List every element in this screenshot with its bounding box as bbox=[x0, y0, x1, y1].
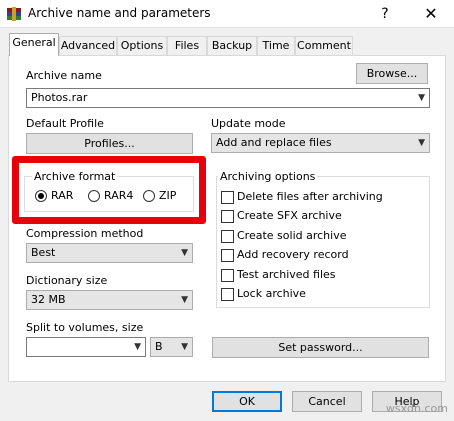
archiving-options-legend: Archiving options bbox=[218, 170, 318, 183]
split-volumes-unit-select[interactable]: B ▼ bbox=[150, 337, 193, 357]
default-profile-label: Default Profile bbox=[26, 117, 104, 130]
ok-button[interactable]: OK bbox=[212, 391, 282, 412]
close-icon[interactable]: ✕ bbox=[416, 3, 446, 25]
checkbox-recovery-record[interactable] bbox=[221, 249, 234, 262]
dictionary-size-select[interactable]: 32 MB ▼ bbox=[26, 290, 193, 310]
archive-name-combo[interactable]: Photos.rar ▼ bbox=[26, 88, 430, 108]
dictionary-size-value: 32 MB bbox=[31, 293, 66, 306]
update-mode-value: Add and replace files bbox=[216, 136, 332, 149]
tab-backup[interactable]: Backup bbox=[207, 36, 257, 55]
update-mode-label: Update mode bbox=[211, 117, 286, 130]
help-icon[interactable]: ? bbox=[372, 3, 398, 25]
compression-method-value: Best bbox=[31, 246, 56, 259]
checkbox-create-sfx[interactable] bbox=[221, 210, 234, 223]
chevron-down-icon: ▼ bbox=[181, 342, 188, 352]
dictionary-size-label: Dictionary size bbox=[26, 274, 108, 287]
tab-files[interactable]: Files bbox=[167, 36, 207, 55]
compression-method-select[interactable]: Best ▼ bbox=[26, 243, 193, 263]
checkbox-create-sfx-label: Create SFX archive bbox=[237, 209, 342, 222]
cancel-button[interactable]: Cancel bbox=[292, 391, 362, 412]
checkbox-test-files[interactable] bbox=[221, 269, 234, 282]
tab-advanced[interactable]: Advanced bbox=[59, 36, 117, 55]
chevron-down-icon: ▼ bbox=[181, 295, 188, 305]
checkbox-create-solid-label: Create solid archive bbox=[237, 229, 347, 242]
chevron-down-icon: ▼ bbox=[418, 93, 425, 103]
highlight-box bbox=[12, 156, 206, 224]
checkbox-delete-files[interactable] bbox=[221, 191, 234, 204]
checkbox-lock-archive-label: Lock archive bbox=[237, 287, 306, 300]
checkbox-delete-files-label: Delete files after archiving bbox=[237, 190, 383, 203]
browse-button[interactable]: Browse... bbox=[356, 63, 428, 84]
checkbox-create-solid[interactable] bbox=[221, 230, 234, 243]
checkbox-recovery-record-label: Add recovery record bbox=[237, 248, 349, 261]
winrar-app-icon bbox=[7, 7, 21, 21]
tab-general[interactable]: General bbox=[9, 33, 59, 56]
archive-name-label: Archive name bbox=[26, 69, 102, 82]
set-password-button[interactable]: Set password... bbox=[212, 337, 429, 358]
title-bar: Archive name and parameters ? ✕ bbox=[0, 0, 454, 28]
split-volumes-size-combo[interactable]: ▼ bbox=[26, 337, 146, 357]
split-volumes-unit-value: B bbox=[155, 340, 163, 353]
watermark: wsxdn.com bbox=[385, 402, 448, 415]
tab-time[interactable]: Time bbox=[257, 36, 295, 55]
checkbox-lock-archive[interactable] bbox=[221, 288, 234, 301]
chevron-down-icon: ▼ bbox=[134, 342, 141, 352]
tab-comment[interactable]: Comment bbox=[295, 36, 353, 55]
archive-name-value: Photos.rar bbox=[31, 91, 88, 104]
split-volumes-label: Split to volumes, size bbox=[26, 321, 144, 334]
tab-options[interactable]: Options bbox=[117, 36, 167, 55]
compression-method-label: Compression method bbox=[26, 227, 144, 240]
chevron-down-icon: ▼ bbox=[181, 248, 188, 258]
chevron-down-icon: ▼ bbox=[418, 138, 425, 148]
update-mode-select[interactable]: Add and replace files ▼ bbox=[211, 133, 430, 153]
window-title: Archive name and parameters bbox=[28, 6, 211, 20]
checkbox-test-files-label: Test archived files bbox=[237, 268, 336, 281]
profiles-button[interactable]: Profiles... bbox=[26, 133, 193, 154]
